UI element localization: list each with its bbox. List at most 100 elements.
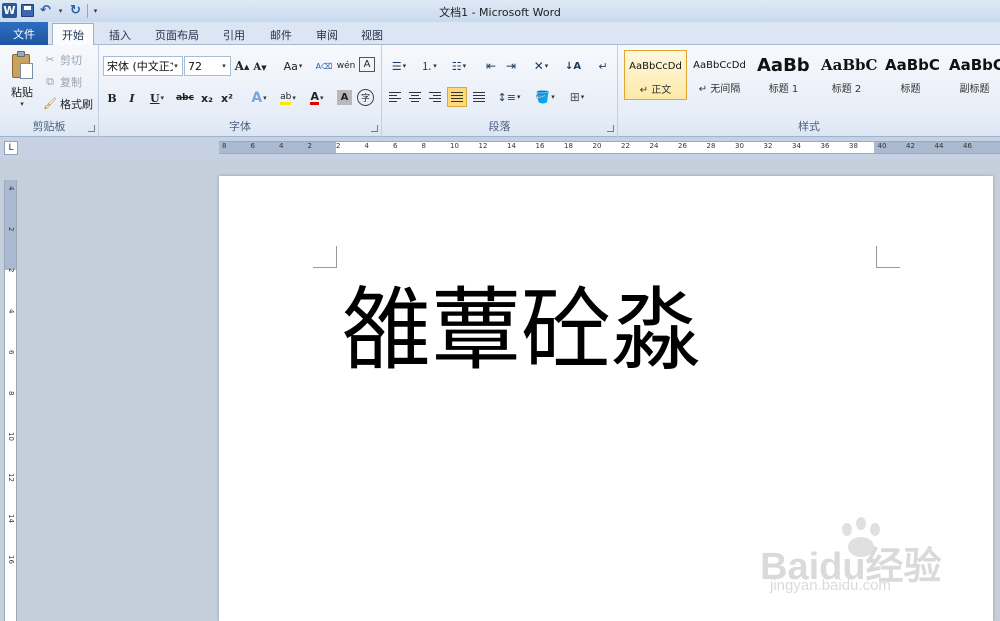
change-case-button[interactable]: Aa ▾ bbox=[281, 57, 305, 75]
justify-button[interactable] bbox=[447, 87, 467, 107]
shrink-font-button[interactable]: A ▼ bbox=[253, 58, 267, 76]
font-size-combo[interactable]: 72 ▾ bbox=[184, 56, 231, 76]
tab-references[interactable]: 引用 bbox=[214, 25, 254, 45]
document-text[interactable]: 雒蕈砼淼 bbox=[341, 276, 701, 386]
style-sample: AaBbC bbox=[949, 56, 1000, 74]
paint-bucket-icon: 🪣 bbox=[535, 90, 551, 104]
tab-insert[interactable]: 插入 bbox=[100, 25, 140, 45]
highlight-button[interactable]: ab ▾ bbox=[275, 89, 301, 107]
numbering-button[interactable]: ⒈ ▾ bbox=[416, 57, 442, 75]
tab-home[interactable]: 开始 bbox=[52, 23, 94, 46]
decrease-indent-icon: ⇤ bbox=[485, 59, 497, 73]
style-subtitle[interactable]: AaBbC 副标题 bbox=[943, 50, 1000, 100]
pilcrow-icon: ↵ bbox=[598, 59, 608, 73]
title-bar: W ↶ ▾ ↻ ▾ 文档1 - Microsoft Word bbox=[0, 0, 1000, 22]
ruler-number: 22 bbox=[621, 142, 630, 150]
clear-format-button[interactable]: A⌫ bbox=[315, 57, 333, 75]
horizontal-ruler[interactable]: 8 6 4 2 2 4 6 8 10 12 14 16 18 20 22 24 26 28 30 32 34 36 38 40… bbox=[219, 141, 1000, 154]
cut-button[interactable]: ✂ 剪切 bbox=[43, 50, 82, 69]
ribbon-tabs: 文件 开始 插入 页面布局 引用 邮件 审阅 视图 bbox=[0, 22, 1000, 46]
clipboard-launcher-icon[interactable] bbox=[88, 125, 95, 132]
copy-label: 复制 bbox=[60, 75, 82, 89]
style-name: 标题 2 bbox=[831, 84, 862, 95]
show-marks-button[interactable]: ↵ bbox=[594, 57, 612, 75]
superscript-button[interactable]: x² bbox=[219, 89, 235, 107]
format-painter-button[interactable]: 🖌 格式刷 bbox=[43, 94, 93, 113]
strikethrough-button[interactable]: abc bbox=[175, 89, 195, 107]
ruler-number: 12 bbox=[7, 473, 15, 482]
subscript-button[interactable]: x₂ bbox=[199, 89, 215, 107]
left-margin-area bbox=[219, 142, 336, 153]
distributed-button[interactable] bbox=[470, 88, 488, 106]
ruler-number: 8 bbox=[222, 142, 227, 150]
ruler-number: 2 bbox=[307, 142, 312, 150]
tab-view[interactable]: 视图 bbox=[352, 25, 392, 45]
tab-mailings[interactable]: 邮件 bbox=[261, 25, 301, 45]
char-border-button[interactable]: A bbox=[359, 57, 375, 72]
font-size-dropdown-icon[interactable]: ▾ bbox=[219, 57, 229, 75]
font-launcher-icon[interactable] bbox=[371, 125, 378, 132]
copy-button[interactable]: ⧉ 复制 bbox=[43, 72, 82, 91]
sort-button[interactable]: ↓A bbox=[564, 57, 582, 75]
underline-button[interactable]: U ▾ bbox=[145, 89, 169, 107]
paragraph-launcher-icon[interactable] bbox=[607, 125, 614, 132]
ruler-number: 12 bbox=[478, 142, 488, 150]
increase-indent-button[interactable]: ⇥ bbox=[502, 57, 520, 75]
paste-button[interactable]: 粘贴 ▾ bbox=[6, 49, 38, 111]
ruler-number: 6 bbox=[7, 350, 15, 355]
grow-font-icon: A bbox=[234, 59, 244, 73]
text-effect-button[interactable]: A ▾ bbox=[247, 89, 271, 107]
top-right-margin-mark bbox=[876, 246, 900, 268]
ruler-number: 2 bbox=[7, 227, 15, 232]
style-sample: AaBbC bbox=[821, 56, 877, 74]
borders-button[interactable]: ⊞ ▾ bbox=[564, 88, 590, 106]
font-color-button[interactable]: A ▾ bbox=[305, 89, 329, 107]
style-name: ↵ 正文 bbox=[639, 85, 672, 96]
align-left-button[interactable] bbox=[386, 88, 404, 106]
ruler-number: 10 bbox=[7, 432, 15, 441]
style-no-spacing[interactable]: AaBbCcDd ↵ 无间隔 bbox=[688, 50, 751, 100]
char-border-icon: A bbox=[363, 59, 371, 70]
phonetic-guide-button[interactable]: wén bbox=[337, 57, 356, 75]
increase-indent-icon: ⇥ bbox=[505, 59, 517, 73]
baidu-watermark: Baidu经验 jingyan.baidu.com bbox=[760, 515, 1000, 605]
style-heading-2[interactable]: AaBbC 标题 2 bbox=[815, 50, 878, 100]
tab-selector-button[interactable]: L bbox=[4, 141, 18, 155]
style-title[interactable]: AaBbC 标题 bbox=[879, 50, 942, 100]
style-sample: AaBbCcDd bbox=[693, 59, 746, 71]
align-center-button[interactable] bbox=[406, 88, 424, 106]
multilevel-list-button[interactable]: ☷ ▾ bbox=[446, 57, 472, 75]
tab-review[interactable]: 审阅 bbox=[307, 25, 347, 45]
line-spacing-button[interactable]: ↕≡ ▾ bbox=[496, 88, 522, 106]
clear-format-icon: A⌫ bbox=[315, 61, 333, 71]
ruler-number: 4 bbox=[279, 142, 284, 150]
grow-font-button[interactable]: A ▲ bbox=[234, 57, 250, 75]
paste-dropdown-icon[interactable]: ▾ bbox=[20, 100, 24, 108]
align-right-button[interactable] bbox=[426, 88, 444, 106]
decrease-indent-button[interactable]: ⇤ bbox=[482, 57, 500, 75]
justify-icon bbox=[451, 91, 463, 103]
paste-icon bbox=[10, 51, 34, 81]
chinese-layout-icon: ✕ bbox=[533, 59, 544, 73]
ruler-number: 16 bbox=[535, 142, 545, 150]
char-shading-button[interactable]: A bbox=[337, 90, 352, 105]
style-normal[interactable]: AaBbCcDd ↵ 正文 bbox=[624, 50, 687, 100]
ruler-number: 2 bbox=[336, 142, 341, 150]
enclose-char-button[interactable]: 字 bbox=[357, 89, 374, 106]
font-name-combo[interactable]: 宋体 (中文正文 ▾ bbox=[103, 56, 183, 76]
chinese-layout-button[interactable]: ✕ ▾ bbox=[528, 57, 554, 75]
paste-label: 粘贴 bbox=[11, 86, 33, 99]
italic-button[interactable]: I bbox=[125, 89, 139, 107]
tab-page-layout[interactable]: 页面布局 bbox=[148, 25, 206, 45]
ruler-number: 4 bbox=[364, 142, 369, 150]
multilevel-list-icon: ☷ bbox=[451, 59, 462, 73]
ruler-number: 24 bbox=[649, 142, 659, 150]
tab-file[interactable]: 文件 bbox=[0, 22, 48, 45]
ruler-number: 26 bbox=[678, 142, 687, 150]
style-heading-1[interactable]: AaBb 标题 1 bbox=[752, 50, 815, 100]
vertical-ruler[interactable]: 4 2 2 4 6 8 10 12 14 16 bbox=[4, 180, 17, 621]
bullets-button[interactable]: ☰ ▾ bbox=[386, 57, 412, 75]
bold-button[interactable]: B bbox=[105, 89, 119, 107]
font-name-dropdown-icon[interactable]: ▾ bbox=[171, 57, 181, 75]
shading-button[interactable]: 🪣 ▾ bbox=[532, 88, 558, 106]
